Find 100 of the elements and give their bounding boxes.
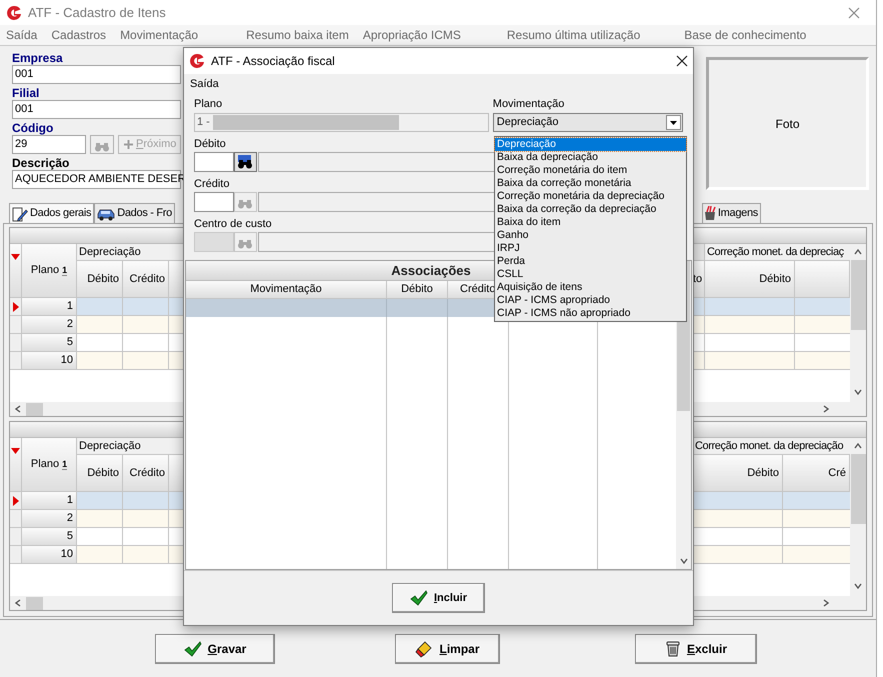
menu-item[interactable]: Base de conhecimento bbox=[684, 26, 806, 44]
menu-item[interactable]: Movimentação bbox=[120, 26, 198, 44]
dropdown-option[interactable]: Baixa da correção da depreciação bbox=[495, 203, 686, 216]
column-header[interactable]: Crédito bbox=[123, 455, 169, 492]
tab[interactable]: Imagens bbox=[702, 203, 761, 223]
dropdown-option[interactable]: CIAP - ICMS não apropriado bbox=[495, 307, 686, 320]
menu-item[interactable]: Saída bbox=[190, 76, 219, 92]
dropdown-option[interactable]: Baixa do item bbox=[495, 216, 686, 229]
table-cell bbox=[783, 546, 850, 564]
table-cell bbox=[693, 298, 705, 316]
text-field[interactable]: 1 - bbox=[194, 113, 489, 132]
table-cell bbox=[123, 510, 169, 528]
table-cell bbox=[123, 334, 169, 352]
scroll-up-icon[interactable] bbox=[854, 442, 862, 450]
text-field[interactable]: 001 bbox=[12, 65, 181, 84]
action-button[interactable]: Excluir bbox=[635, 634, 757, 664]
vertical-scrollbar[interactable] bbox=[850, 244, 866, 416]
eraser-icon bbox=[415, 640, 434, 658]
column-header[interactable]: Débito bbox=[693, 455, 783, 492]
action-button[interactable]: Gravar bbox=[155, 634, 275, 664]
menu-item[interactable]: Resumo última utilização bbox=[506, 26, 640, 44]
field-label: Plano bbox=[194, 98, 222, 111]
dropdown-option[interactable]: Baixa da correção monetária bbox=[495, 177, 686, 190]
vertical-scrollbar[interactable] bbox=[850, 438, 866, 610]
car-icon bbox=[97, 206, 116, 220]
table-cell: 1 bbox=[22, 492, 77, 510]
scrollbar-thumb[interactable] bbox=[850, 260, 866, 330]
field-label: Centro de custo bbox=[194, 218, 272, 231]
column-header[interactable]: Plano 1 bbox=[22, 244, 77, 298]
field-label: Código bbox=[12, 121, 54, 135]
column-header[interactable]: Plano 1 bbox=[22, 438, 77, 492]
dialog-title: ATF - Associação fiscal bbox=[211, 53, 335, 70]
include-button[interactable]: Incluir bbox=[392, 583, 485, 613]
horizontal-scrollbar[interactable] bbox=[693, 402, 850, 416]
scroll-up-icon[interactable] bbox=[854, 248, 862, 256]
header-cell bbox=[795, 261, 850, 298]
action-button[interactable]: Limpar bbox=[395, 634, 500, 664]
table-cell bbox=[123, 298, 169, 316]
menu-item[interactable]: Resumo baixa item bbox=[246, 26, 349, 44]
horizontal-scrollbar[interactable] bbox=[693, 596, 850, 610]
dropdown-option[interactable]: Correção monetária do item bbox=[495, 164, 686, 177]
text-field[interactable]: 001 bbox=[12, 100, 181, 119]
close-icon[interactable] bbox=[676, 55, 688, 67]
table-cell: 10 bbox=[22, 546, 77, 564]
scroll-left-icon[interactable] bbox=[14, 405, 22, 413]
table-cell bbox=[77, 334, 123, 352]
tab[interactable]: Dados gerais bbox=[9, 203, 94, 223]
horizontal-scrollbar[interactable] bbox=[10, 402, 185, 416]
dropdown-option[interactable]: Correção monetária da depreciação bbox=[495, 190, 686, 203]
table-cell bbox=[77, 546, 123, 564]
horizontal-scrollbar[interactable] bbox=[10, 596, 185, 610]
field-label: Débito bbox=[194, 138, 226, 151]
table-cell bbox=[693, 352, 705, 370]
scroll-left-icon[interactable] bbox=[14, 599, 22, 607]
field-value: 1 - bbox=[197, 115, 210, 130]
table-cell bbox=[795, 298, 850, 316]
menu-item[interactable]: Cadastros bbox=[51, 26, 106, 44]
button-label: Limpar bbox=[439, 640, 480, 658]
tab-label: Dados gerais bbox=[30, 206, 92, 222]
scroll-right-icon[interactable] bbox=[822, 599, 830, 607]
plus-icon bbox=[124, 140, 133, 149]
column-header[interactable]: Débito bbox=[705, 261, 795, 298]
table-cell: 5 bbox=[22, 334, 77, 352]
app-logo-icon bbox=[6, 4, 22, 20]
dropdown-option[interactable]: Depreciação bbox=[495, 138, 686, 151]
button-label: Gravar bbox=[208, 640, 246, 658]
scrollbar-thumb[interactable] bbox=[26, 596, 43, 610]
group-header: Correção monet. da depreciação bbox=[693, 438, 850, 455]
dropdown-field[interactable]: Depreciação bbox=[492, 113, 683, 132]
field-label: Crédito bbox=[194, 178, 230, 191]
field-label: Filial bbox=[12, 86, 40, 100]
scroll-down-icon[interactable] bbox=[854, 388, 862, 396]
column-header[interactable]: Cré bbox=[783, 455, 850, 492]
table-cell bbox=[77, 316, 123, 334]
scroll-right-icon[interactable] bbox=[822, 405, 830, 413]
menu-item[interactable]: Saída bbox=[6, 26, 38, 44]
scrollbar-thumb[interactable] bbox=[850, 454, 866, 524]
text-field[interactable] bbox=[194, 192, 234, 212]
text-field[interactable]: 29 bbox=[12, 135, 86, 154]
table-cell bbox=[77, 528, 123, 546]
dropdown-option[interactable]: Baixa da depreciação bbox=[495, 151, 686, 164]
dropdown-option[interactable]: Ganho bbox=[495, 229, 686, 242]
sort-arrow-icon bbox=[11, 254, 20, 260]
column-header[interactable]: Movimentação bbox=[186, 281, 387, 299]
column-header[interactable]: Débito bbox=[77, 455, 123, 492]
scroll-down-icon[interactable] bbox=[680, 557, 688, 565]
text-field[interactable] bbox=[194, 152, 234, 172]
tab[interactable]: Dados - Fro bbox=[94, 203, 175, 223]
menu-item[interactable]: Apropriação ICMS bbox=[362, 26, 461, 44]
check-icon bbox=[184, 640, 202, 656]
scrollbar-thumb[interactable] bbox=[26, 402, 43, 416]
dropdown-option[interactable]: IRPJ bbox=[495, 242, 686, 255]
row-pointer-icon bbox=[12, 302, 18, 312]
table-cell bbox=[77, 352, 123, 370]
column-header[interactable]: to bbox=[693, 261, 705, 298]
column-header[interactable]: Débito bbox=[77, 261, 123, 298]
search-button[interactable] bbox=[234, 152, 258, 172]
column-header[interactable]: Crédito bbox=[123, 261, 169, 298]
scroll-down-icon[interactable] bbox=[854, 582, 862, 590]
column-header[interactable]: Débito bbox=[387, 281, 448, 299]
